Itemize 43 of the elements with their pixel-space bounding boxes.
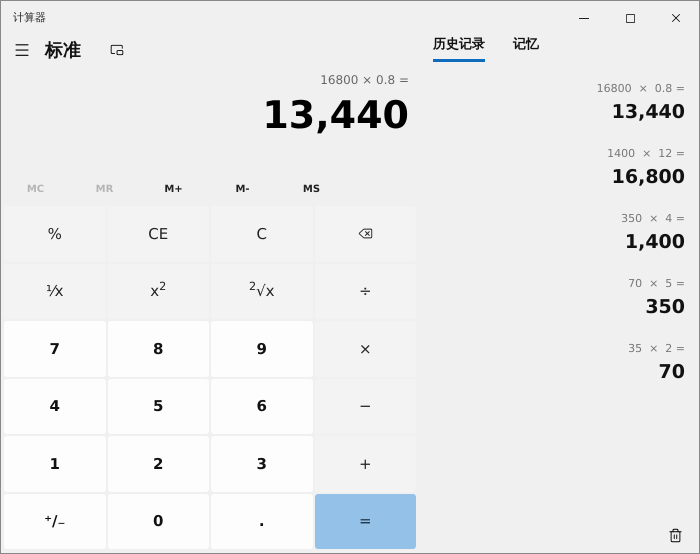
calculator-key[interactable]: 9 [211, 321, 312, 376]
picture-in-picture-icon [110, 43, 124, 57]
panel-tab[interactable]: 历史记录 [433, 35, 485, 62]
backspace-icon [358, 226, 373, 242]
calculator-key[interactable]: 3 [211, 436, 312, 492]
history-result: 13,440 [612, 100, 685, 124]
expression-text: 16800 × 0.8 = [320, 72, 409, 89]
history-item[interactable]: 1400 × 12 = 16,800 [607, 146, 685, 191]
history-result: 350 [645, 294, 685, 320]
calculator-key[interactable]: 0 [108, 494, 209, 549]
history-expression: 350 × 4 = [621, 211, 685, 227]
trash-icon [668, 528, 682, 542]
calculator-key[interactable]: 4 [4, 378, 106, 434]
history-expression: 16800 × 0.8 = [596, 81, 685, 97]
calculator-key[interactable]: 8 [108, 321, 209, 376]
history-item[interactable]: 35 × 2 = 70 [628, 341, 685, 386]
history-result: 1,400 [624, 230, 685, 254]
history-result: 70 [658, 360, 685, 384]
history-item[interactable]: 70 × 5 = 350 [628, 276, 685, 321]
history-item[interactable]: 350 × 4 = 1,400 [621, 211, 685, 256]
calculator-key[interactable]: 5 [108, 378, 209, 434]
calculator-key[interactable]: 6 [211, 378, 312, 434]
result-display: 13,440 [262, 92, 409, 139]
memory-button[interactable]: MS [277, 176, 346, 202]
calculator-key[interactable]: . [211, 494, 312, 549]
calculator-key[interactable]: ⁺/₋ [4, 494, 106, 549]
memory-button[interactable]: M- [208, 176, 277, 202]
history-expression: 70 × 5 = [628, 276, 685, 292]
close-icon [669, 11, 683, 25]
history-item[interactable]: 16800 × 0.8 = 13,440 [596, 81, 685, 126]
calculator-key[interactable]: 7 [4, 321, 106, 376]
calculator-key[interactable]: = [314, 494, 416, 549]
history-result: 16,800 [612, 164, 685, 190]
memory-button[interactable]: M+ [139, 176, 208, 202]
history-expression: 35 × 2 = [628, 341, 685, 357]
mode-title: 标准 [45, 38, 81, 62]
history-expression: 1400 × 12 = [607, 146, 685, 162]
calculator-key[interactable]: 2 [108, 436, 209, 492]
window-title: 计算器 [13, 10, 46, 26]
maximize-icon [624, 12, 636, 24]
calculator-key[interactable]: 1 [4, 436, 106, 492]
menu-icon [13, 41, 31, 59]
panel-tab[interactable]: 记忆 [513, 35, 539, 62]
